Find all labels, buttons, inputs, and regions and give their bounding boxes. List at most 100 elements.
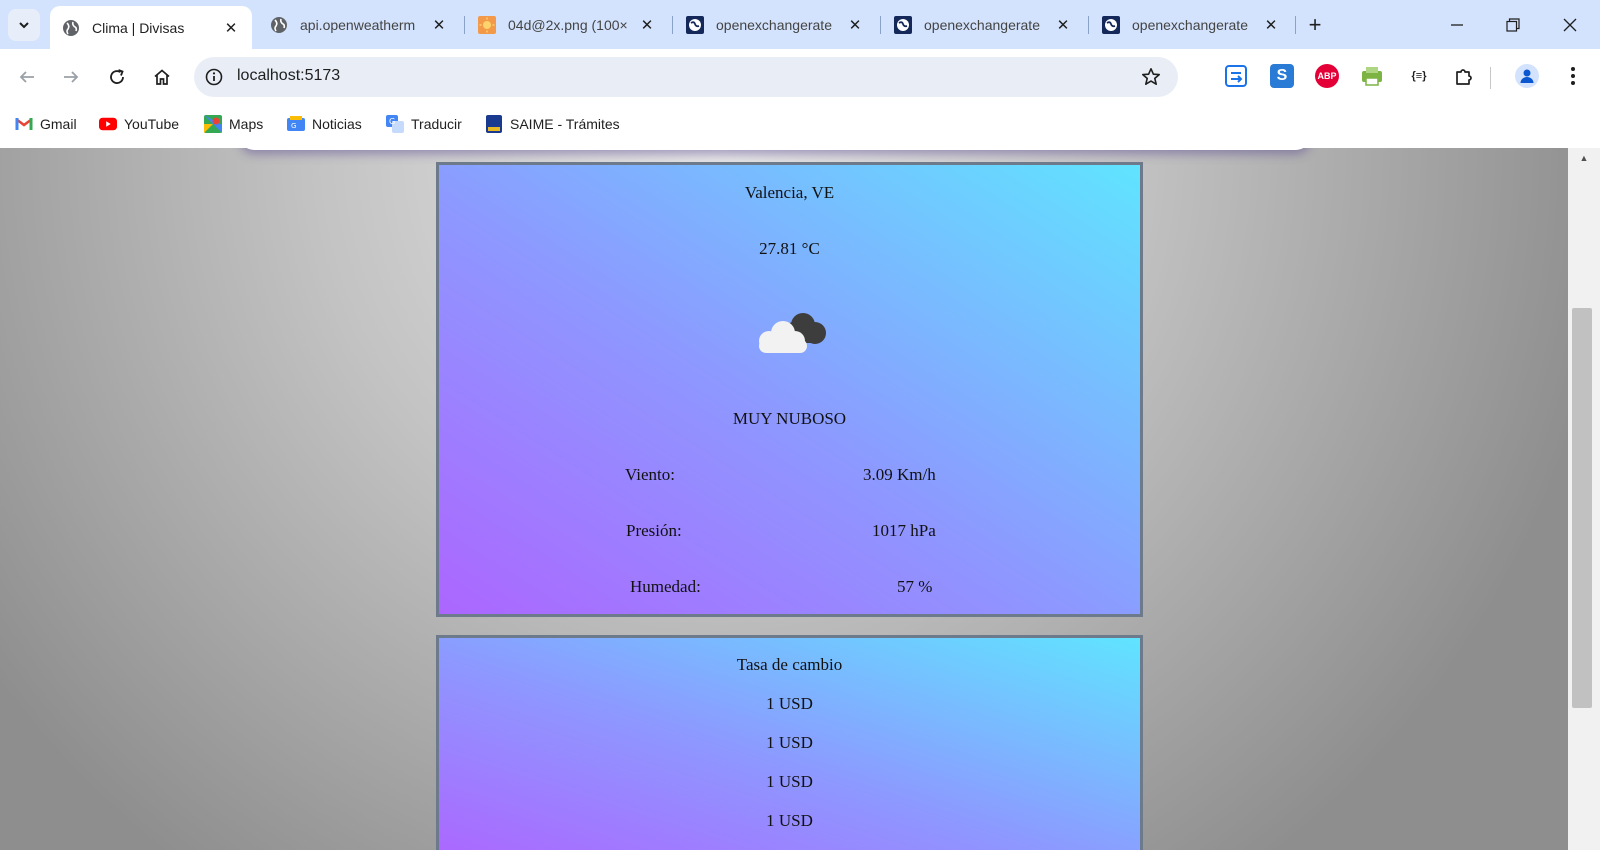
rate-item: 1 USD [766,694,813,713]
close-icon[interactable]: ✕ [1054,16,1072,34]
close-icon[interactable]: ✕ [638,16,656,34]
minimize-icon [1451,24,1463,26]
browser-toolbar: localhost:5173 S ABP {≡} [0,49,1600,105]
news-icon: G [287,115,305,133]
more-menu-icon[interactable] [1561,64,1585,88]
extension-1-icon[interactable] [1224,64,1248,88]
bookmark-label: Maps [229,116,264,132]
cloud-icon [759,313,826,353]
restore-button[interactable] [1498,10,1528,40]
tab-separator [1295,16,1296,34]
openexchangerates-icon [686,15,704,34]
pressure-value: 1017 hPa [872,521,936,540]
close-icon[interactable]: ✕ [846,16,864,34]
wind-label: Viento: [625,465,675,484]
scroll-thumb[interactable] [1572,308,1592,708]
new-tab-button[interactable]: + [1302,12,1328,38]
exchange-rate-title: Tasa de cambio [736,655,843,674]
bookmark-maps[interactable]: Maps [204,113,263,135]
reload-icon [110,69,124,84]
bookmark-label: Traducir [411,116,462,132]
youtube-icon [99,115,117,133]
arrow-left-icon [19,71,34,83]
address-bar[interactable]: localhost:5173 [194,57,1178,97]
restore-icon [1506,18,1520,32]
rate-item: 1 USD [766,811,813,830]
exchange-rate-card: Tasa de cambio 1 USD 1 USD 1 USD 1 USD [436,635,1143,850]
globe-icon [62,19,80,37]
profile-avatar-icon[interactable] [1515,64,1539,88]
toolbar-divider [1490,67,1491,89]
tab-openexchangerates-3[interactable]: openexchangerate ✕ [1090,6,1292,43]
openexchangerates-icon [1102,15,1120,34]
adblock-plus-icon[interactable]: ABP [1315,64,1339,88]
tab-clima-divisas[interactable]: Clima | Divisas ✕ [50,6,252,49]
globe-icon [270,16,288,34]
tab-search-button[interactable] [8,9,40,41]
reload-button[interactable] [103,63,131,91]
weather-card: Valencia, VE 27.81 °C MUY NUBOSO Viento:… [436,162,1143,617]
bookmark-gmail[interactable]: Gmail [15,113,77,135]
extensions-puzzle-icon[interactable] [1452,64,1476,88]
forward-button[interactable] [57,63,85,91]
bookmark-label: SAIME - Trámites [510,116,620,132]
tab-title: openexchangerate [1132,16,1248,33]
tab-png-image[interactable]: 04d@2x.png (100× ✕ [466,6,668,43]
bookmark-traducir[interactable]: G Traducir [386,113,462,135]
chevron-down-icon [19,22,29,29]
rate-item: 1 USD [766,772,813,791]
bookmark-label: Noticias [312,116,362,132]
site-info-icon[interactable] [203,66,225,88]
openexchangerates-icon [894,15,912,34]
tab-title: openexchangerate [716,16,832,33]
close-icon[interactable]: ✕ [1262,16,1280,34]
humidity-value: 57 % [897,577,933,596]
pressure-label: Presión: [626,521,682,540]
tab-separator [880,16,881,34]
tab-strip: Clima | Divisas ✕ api.openweatherm ✕ 04d… [0,0,1600,49]
maps-icon [204,115,222,133]
page-viewport: Valencia, VE 27.81 °C MUY NUBOSO Viento:… [0,148,1568,850]
page-header-edge [240,148,1310,150]
humidity-label: Humedad: [630,577,701,596]
city-name: Valencia, VE [744,183,835,202]
weather-description: MUY NUBOSO [732,409,847,428]
svg-text:G: G [389,117,395,126]
tab-separator [464,16,465,34]
sun-image-icon [478,15,496,34]
bookmark-label: YouTube [124,116,180,132]
close-icon[interactable]: ✕ [222,19,240,37]
page-scrollbar[interactable]: ▲ [1568,148,1600,850]
bookmarks-bar: Gmail YouTube Maps G Noticias G Traducir… [0,105,1600,143]
rate-item: 1 USD [766,733,813,752]
scroll-up-arrow-icon[interactable]: ▲ [1578,152,1590,164]
tab-separator [672,16,673,34]
url-text[interactable]: localhost:5173 [237,67,340,85]
temperature: 27.81 °C [759,239,820,258]
home-button[interactable] [148,63,176,91]
extension-s-icon[interactable]: S [1270,64,1294,88]
bookmark-youtube[interactable]: YouTube [99,113,179,135]
extension-print-icon[interactable] [1360,64,1384,88]
tab-openexchangerates-2[interactable]: openexchangerate ✕ [882,6,1084,43]
close-icon[interactable]: ✕ [430,16,448,34]
json-formatter-icon[interactable]: {≡} [1405,64,1433,88]
close-window-button[interactable] [1555,10,1585,40]
close-icon [1563,18,1577,32]
tab-title: api.openweatherm [300,16,416,33]
tab-separator [1088,16,1089,34]
back-button[interactable] [13,63,41,91]
svg-text:G: G [291,122,296,130]
minimize-button[interactable] [1442,10,1472,40]
gmail-icon [15,115,33,133]
tab-openweather-api[interactable]: api.openweatherm ✕ [258,6,460,43]
bookmark-saime[interactable]: SAIME - Trámites [485,113,620,135]
wind-value: 3.09 Km/h [863,465,936,484]
tab-openexchangerates-1[interactable]: openexchangerate ✕ [674,6,876,43]
bookmark-star-icon[interactable] [1140,66,1162,88]
bookmark-noticias[interactable]: G Noticias [287,113,362,135]
arrow-right-icon [64,71,79,83]
tab-title: 04d@2x.png (100× [508,16,628,33]
translate-icon: G [386,115,404,133]
saime-icon [485,115,503,133]
